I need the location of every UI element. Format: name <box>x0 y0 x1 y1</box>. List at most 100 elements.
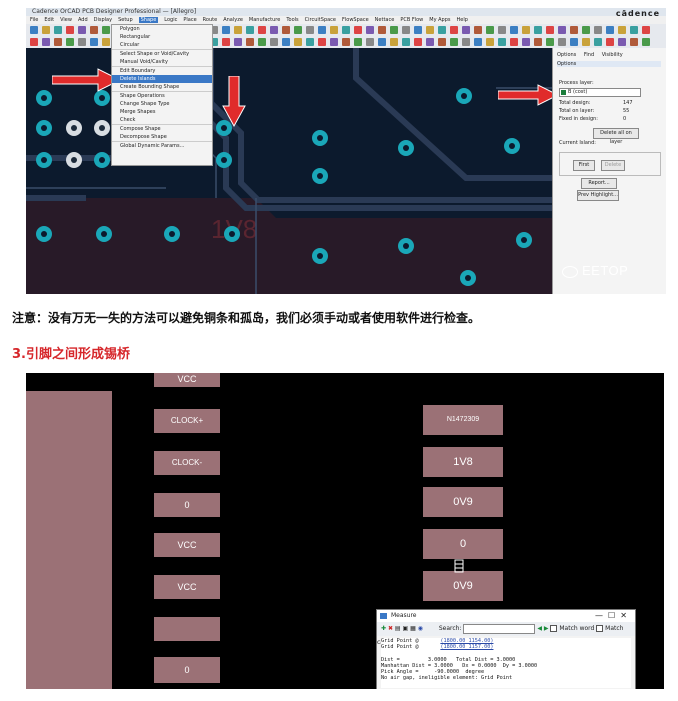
toolbar-button-icon[interactable] <box>258 26 266 34</box>
toolbar-button-icon[interactable] <box>234 38 242 46</box>
toolbar-button-icon[interactable] <box>78 26 86 34</box>
toolbar-button-icon[interactable] <box>66 38 74 46</box>
toolbar-button-icon[interactable] <box>270 38 278 46</box>
layer-select[interactable]: B (cost) <box>559 88 641 97</box>
delete-icon[interactable]: ✖ <box>388 625 393 632</box>
print-icon[interactable]: ▦ <box>410 625 416 632</box>
shape-menu-item[interactable]: Decompose Shape <box>112 133 212 141</box>
menu-route[interactable]: Route <box>203 17 218 23</box>
shape-menu-item[interactable]: Create Bounding Shape <box>112 83 212 91</box>
toolbar-button-icon[interactable] <box>354 38 362 46</box>
toolbar-button-icon[interactable] <box>306 38 314 46</box>
toolbar-button-icon[interactable] <box>102 26 110 34</box>
toolbar-button-icon[interactable] <box>414 38 422 46</box>
toolbar-button-icon[interactable] <box>258 38 266 46</box>
panel-tabs[interactable]: Options Find Visibility <box>557 52 623 58</box>
tab-find[interactable]: Find <box>584 52 594 58</box>
toolbar-button-icon[interactable] <box>498 26 506 34</box>
toolbar-button-icon[interactable] <box>222 26 230 34</box>
toolbar-button-icon[interactable] <box>606 26 614 34</box>
report-button[interactable]: Report... <box>581 178 617 189</box>
toolbar-button-icon[interactable] <box>630 38 638 46</box>
grid-point-link[interactable]: (1800.00 1157.00) <box>440 644 493 650</box>
toolbar-button-icon[interactable] <box>54 38 62 46</box>
shape-menu-item[interactable]: Manual Void/Cavity <box>112 58 212 66</box>
toolbar-button-icon[interactable] <box>402 26 410 34</box>
toolbar-button-icon[interactable] <box>630 26 638 34</box>
menu-display[interactable]: Display <box>94 17 112 23</box>
shape-menu-item[interactable]: Select Shape or Void/Cavity <box>112 49 212 58</box>
toolbar-button-icon[interactable] <box>570 38 578 46</box>
toolbar-button-icon[interactable] <box>90 38 98 46</box>
tab-options[interactable]: Options <box>557 52 576 58</box>
toolbar-button-icon[interactable] <box>450 38 458 46</box>
shape-menu[interactable]: Polygon Rectangular Circular Select Shape o… <box>111 24 213 166</box>
toolbar-button-icon[interactable] <box>42 26 50 34</box>
toolbar-button-icon[interactable] <box>594 26 602 34</box>
toolbar-button-icon[interactable] <box>354 26 362 34</box>
toolbar-button-icon[interactable] <box>426 38 434 46</box>
match-case-checkbox[interactable] <box>596 625 604 632</box>
toolbar-button-icon[interactable] <box>474 26 482 34</box>
toolbar-button-icon[interactable] <box>282 38 290 46</box>
toolbar-button-icon[interactable] <box>510 38 518 46</box>
menu-edit[interactable]: Edit <box>44 17 54 23</box>
menu-my-apps[interactable]: My Apps <box>429 17 450 23</box>
toolbar-button-icon[interactable] <box>366 38 374 46</box>
shape-menu-item[interactable]: Circular <box>112 41 212 49</box>
menu-file[interactable]: File <box>30 17 38 23</box>
toolbar-button-icon[interactable] <box>90 26 98 34</box>
grid-point-link[interactable]: (1800.00 1154.00) <box>440 638 493 644</box>
toolbar-button-icon[interactable] <box>102 38 110 46</box>
toolbar-button-icon[interactable] <box>270 26 278 34</box>
toolbar-button-icon[interactable] <box>462 26 470 34</box>
shape-menu-item[interactable]: Global Dynamic Params... <box>112 141 212 150</box>
menu-manufacture[interactable]: Manufacture <box>249 17 280 23</box>
toolbar-button-icon[interactable] <box>570 26 578 34</box>
toolbar-button-icon[interactable] <box>546 38 554 46</box>
toolbar-button-icon[interactable] <box>54 26 62 34</box>
toolbar-button-icon[interactable] <box>618 26 626 34</box>
shape-menu-item[interactable]: Change Shape Type <box>112 100 212 108</box>
toolbar-button-icon[interactable] <box>246 26 254 34</box>
toolbar-button-icon[interactable] <box>342 26 350 34</box>
save-icon[interactable]: ▣ <box>403 625 409 632</box>
toolbar-button-icon[interactable] <box>342 38 350 46</box>
toolbar-button-icon[interactable] <box>486 38 494 46</box>
menu-setup[interactable]: Setup <box>118 17 133 23</box>
toolbar-button-icon[interactable] <box>546 26 554 34</box>
toolbar-button-icon[interactable] <box>522 26 530 34</box>
menu-help[interactable]: Help <box>457 17 468 23</box>
prev-highlight-button[interactable]: Prev Highlight... <box>577 190 619 201</box>
shape-menu-item[interactable]: Rectangular <box>112 33 212 41</box>
toolbar-button-icon[interactable] <box>78 38 86 46</box>
toolbar-button-icon[interactable] <box>510 26 518 34</box>
menu-shape[interactable]: Shape <box>138 17 159 23</box>
toolbar-button-icon[interactable] <box>234 26 242 34</box>
delete-button[interactable]: Delete <box>601 160 625 171</box>
toolbar-button-icon[interactable] <box>318 26 326 34</box>
toolbar-button-icon[interactable] <box>642 38 650 46</box>
toolbar-button-icon[interactable] <box>474 38 482 46</box>
toolbar-button-icon[interactable] <box>246 38 254 46</box>
toolbar-button-icon[interactable] <box>558 38 566 46</box>
pin-icon[interactable]: ✚ <box>381 625 386 632</box>
shape-menu-item[interactable]: Polygon <box>112 25 212 33</box>
search-input[interactable] <box>463 623 536 634</box>
toolbar-button-icon[interactable] <box>390 38 398 46</box>
menu-circuitspace[interactable]: CircuitSpace <box>305 17 336 23</box>
toolbar-button-icon[interactable] <box>294 38 302 46</box>
tab-visibility[interactable]: Visibility <box>602 52 623 58</box>
toolbar-button-icon[interactable] <box>30 26 38 34</box>
menu-place[interactable]: Place <box>183 17 196 23</box>
toolbar-button-icon[interactable] <box>486 26 494 34</box>
shape-menu-item[interactable]: Delete Islands <box>112 75 212 83</box>
menu-logic[interactable]: Logic <box>164 17 177 23</box>
toolbar-button-icon[interactable] <box>414 26 422 34</box>
toolbar-button-icon[interactable] <box>450 26 458 34</box>
measure-toolbar[interactable]: ✚ ✖ ▤ ▣ ▦ ◉ Search: ◀ ▶ Match word Match… <box>377 622 635 646</box>
toolbar-button-icon[interactable] <box>534 26 542 34</box>
shape-menu-item[interactable]: Check <box>112 116 212 124</box>
toolbar-button-icon[interactable] <box>378 26 386 34</box>
toolbar-button-icon[interactable] <box>426 26 434 34</box>
